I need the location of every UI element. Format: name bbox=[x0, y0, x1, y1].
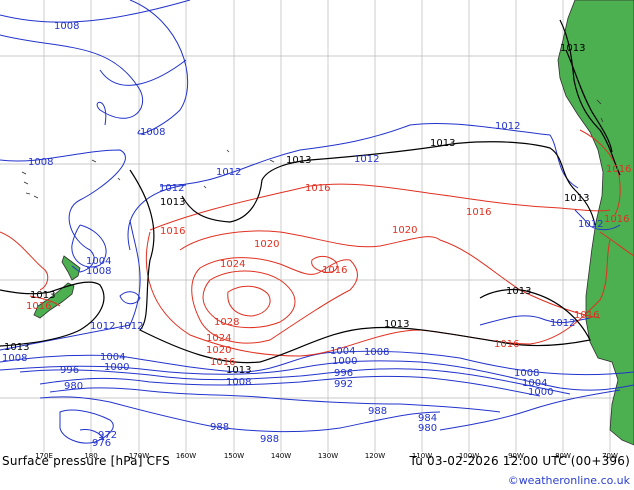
isobar-label: 1000 bbox=[528, 387, 553, 398]
isobar-label: 1008 bbox=[364, 347, 389, 358]
isobar-label: 1024 bbox=[220, 259, 245, 270]
isobar-label: 1008 bbox=[54, 21, 79, 32]
isobar-label: 1012 bbox=[159, 183, 184, 194]
isobar-label: 1013 bbox=[564, 193, 589, 204]
isobar-label: 1013 bbox=[4, 342, 29, 353]
isobar-label: 1013 bbox=[30, 290, 55, 301]
isobar-label: 1013 bbox=[286, 155, 311, 166]
isobar-label: 980 bbox=[418, 423, 437, 434]
isobar-label: 1028 bbox=[214, 317, 239, 328]
isobar-label: 1008 bbox=[226, 377, 251, 388]
isobar-label: 1016 bbox=[26, 301, 51, 312]
isobar-label: 988 bbox=[368, 406, 387, 417]
isobar-label: 1016 bbox=[494, 339, 519, 350]
isobar-label: 1013 bbox=[506, 286, 531, 297]
isobar-label: 996 bbox=[60, 365, 79, 376]
isobar-label: 1020 bbox=[392, 225, 417, 236]
isobar-label: 1008 bbox=[86, 266, 111, 277]
isobar-label: 1012 bbox=[90, 321, 115, 332]
isobar-label: 1020 bbox=[254, 239, 279, 250]
isobar-label: 1012 bbox=[578, 219, 603, 230]
longitude-label: 160W bbox=[175, 452, 197, 460]
isobar-label: 1016 bbox=[466, 207, 491, 218]
isobar-label: 1016 bbox=[210, 357, 235, 368]
isobar-label: 1016 bbox=[604, 214, 629, 225]
isobar-label: 1008 bbox=[140, 127, 165, 138]
valid-time: Tu 03-02-2026 12:00 UTC (00+396) bbox=[409, 454, 630, 468]
isobar-label: 1016 bbox=[606, 164, 631, 175]
longitude-label: 150W bbox=[223, 452, 245, 460]
longitude-label: 140W bbox=[270, 452, 292, 460]
isobar-label: 1013 bbox=[430, 138, 455, 149]
isobar-label: 1012 bbox=[118, 321, 143, 332]
isobar-label: 980 bbox=[64, 381, 83, 392]
longitude-label: 120W bbox=[364, 452, 386, 460]
isobar-label: 1016 bbox=[305, 183, 330, 194]
isobar-label: 1008 bbox=[2, 353, 27, 364]
pressure-map: 1008 1008 1008 1012 1012 1012 1012 1004 … bbox=[0, 0, 634, 490]
isobar-label: 988 bbox=[260, 434, 279, 445]
isobar-label: 992 bbox=[334, 379, 353, 390]
isobar-label: 988 bbox=[210, 422, 229, 433]
isobar-label: 1016 bbox=[322, 265, 347, 276]
map-background bbox=[0, 0, 634, 490]
isobar-label: 1013 bbox=[160, 197, 185, 208]
credit-link[interactable]: ©weatheronline.co.uk bbox=[508, 474, 630, 487]
map-title: Surface pressure [hPa] CFS bbox=[2, 454, 170, 468]
isobar-label: 1008 bbox=[28, 157, 53, 168]
longitude-label: 130W bbox=[317, 452, 339, 460]
isobar-label: 976 bbox=[92, 438, 111, 449]
isobar-label: 1013 bbox=[384, 319, 409, 330]
isobar-label: 1012 bbox=[216, 167, 241, 178]
isobar-label: 1012 bbox=[354, 154, 379, 165]
isobar-label: 1020 bbox=[206, 345, 231, 356]
isobar-label: 1016 bbox=[574, 310, 599, 321]
isobar-label: 1016 bbox=[160, 226, 185, 237]
isobar-label: 1012 bbox=[495, 121, 520, 132]
isobar-label: 1012 bbox=[550, 318, 575, 329]
isobar-label: 1000 bbox=[332, 356, 357, 367]
isobar-label: 1000 bbox=[104, 362, 129, 373]
isobar-label: 996 bbox=[334, 368, 353, 379]
isobar-label: 1024 bbox=[206, 333, 231, 344]
isobar-label: 1013 bbox=[560, 43, 585, 54]
